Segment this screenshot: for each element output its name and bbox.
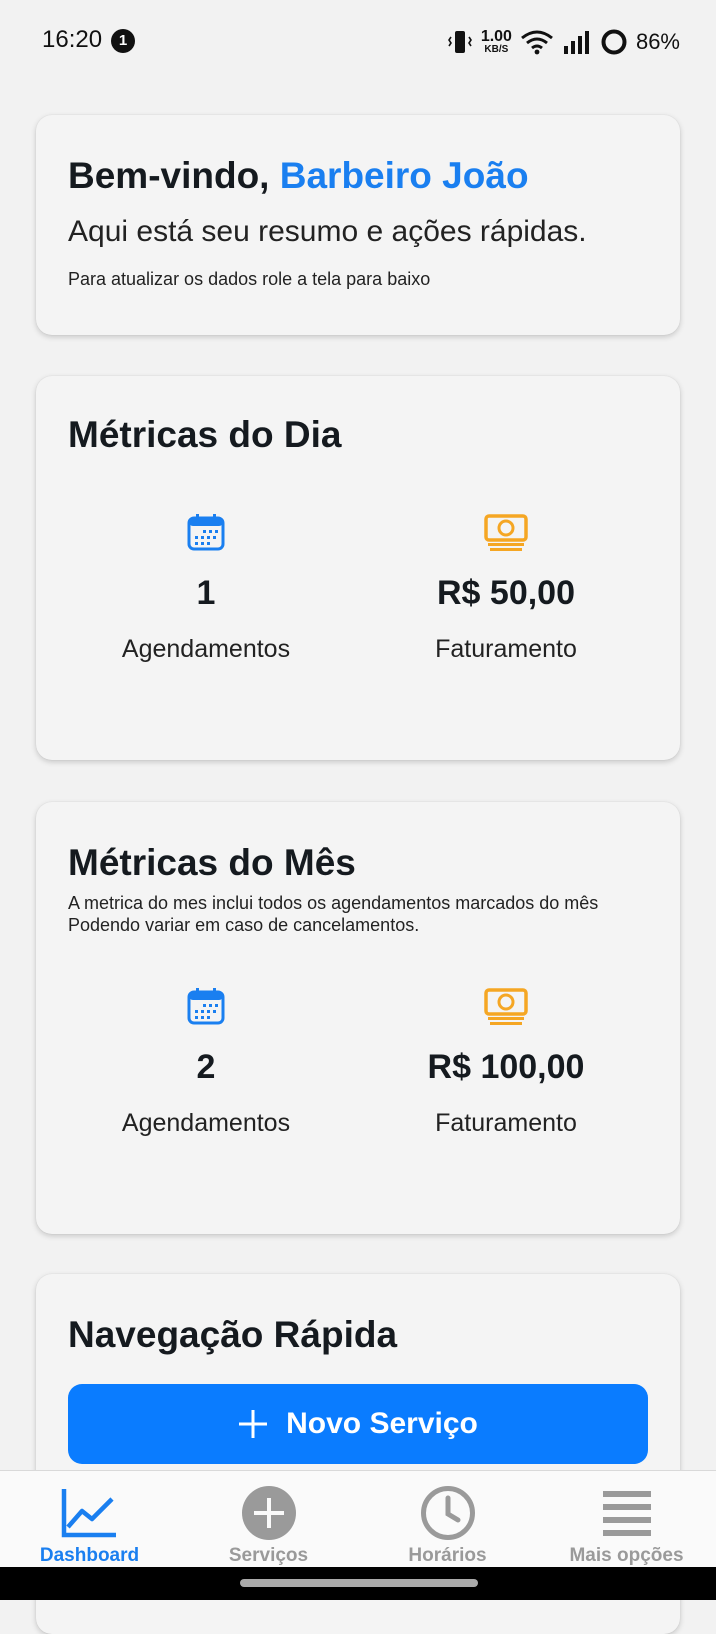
monthly-appointments-value: 2 [196, 1048, 216, 1086]
wifi-icon [521, 30, 553, 55]
status-icons: 1.00 KB/S 86% [447, 24, 680, 60]
daily-appointments-value: 1 [196, 574, 216, 612]
daily-metrics-card: Métricas do Dia 1 Agendamentos R$ 50,00 … [36, 376, 680, 760]
monthly-metrics-title: Métricas do Mês [68, 842, 356, 883]
monthly-revenue-value: R$ 100,00 [427, 1048, 585, 1086]
network-speed-value: 1.00 [480, 28, 512, 45]
battery-ring-icon [601, 29, 627, 55]
vibrate-icon [447, 31, 472, 53]
quick-navigation-title: Navegação Rápida [68, 1314, 398, 1355]
calendar-icon [187, 988, 225, 1025]
nav-schedule[interactable]: Horários [358, 1471, 537, 1568]
monthly-metrics-card: Métricas do Mês A metrica do mes inclui … [36, 802, 680, 1234]
monthly-revenue-label: Faturamento [435, 1109, 577, 1137]
battery-percent: 86% [635, 29, 680, 54]
daily-revenue-value: R$ 50,00 [437, 574, 575, 612]
status-time: 16:20 [42, 26, 103, 53]
daily-revenue-label: Faturamento [435, 635, 577, 663]
monthly-metrics-description: A metrica do mes inclui todos os agendam… [68, 893, 599, 935]
chart-line-icon [61, 1489, 116, 1538]
home-indicator[interactable] [240, 1579, 478, 1587]
money-icon [484, 988, 528, 1025]
nav-more-options-label: Mais opções [569, 1545, 684, 1566]
signal-icon [563, 31, 589, 54]
monthly-appointments-label: Agendamentos [121, 1109, 291, 1137]
clock-icon [420, 1486, 475, 1540]
user-name: Barbeiro João [279, 155, 529, 196]
gesture-bar [0, 1567, 716, 1600]
calendar-icon [187, 514, 225, 551]
nav-more-options[interactable]: Mais opções [537, 1471, 716, 1568]
monthly-appointments-metric: 2 Agendamentos [66, 986, 346, 1138]
new-service-button[interactable]: Novo Serviço [68, 1384, 648, 1464]
daily-metrics-title: Métricas do Dia [68, 414, 342, 455]
notification-badge: 1 [111, 29, 135, 53]
network-speed-unit: KB/S [484, 44, 509, 55]
bottom-navigation: Dashboard Serviços Horários Mais opções [0, 1470, 716, 1568]
nav-dashboard[interactable]: Dashboard [0, 1471, 179, 1568]
plus-circle-icon [241, 1486, 296, 1540]
nav-services-label: Serviços [228, 1545, 309, 1566]
new-service-label: Novo Serviço [286, 1407, 478, 1440]
daily-appointments-label: Agendamentos [121, 635, 291, 663]
plus-icon [239, 1410, 268, 1438]
network-speed: 1.00 KB/S [481, 29, 512, 55]
nav-dashboard-label: Dashboard [39, 1545, 140, 1566]
monthly-revenue-metric: R$ 100,00 Faturamento [366, 986, 646, 1138]
nav-schedule-label: Horários [408, 1545, 487, 1566]
status-bar: 16:20 1 1.00 KB/S 86% [0, 0, 716, 84]
menu-icon [602, 1491, 651, 1536]
daily-appointments-metric: 1 Agendamentos [66, 512, 346, 664]
welcome-card: Bem-vindo, Barbeiro João Aqui está seu r… [36, 115, 680, 335]
greeting-text: Bem-vindo, [68, 155, 270, 196]
nav-services[interactable]: Serviços [179, 1471, 358, 1568]
money-icon [484, 514, 528, 551]
welcome-subtitle: Aqui está seu resumo e ações rápidas. [68, 215, 587, 248]
daily-revenue-metric: R$ 50,00 Faturamento [366, 512, 646, 664]
refresh-hint: Para atualizar os dados role a tela para… [68, 269, 431, 289]
welcome-title: Bem-vindo, Barbeiro João [68, 155, 529, 197]
